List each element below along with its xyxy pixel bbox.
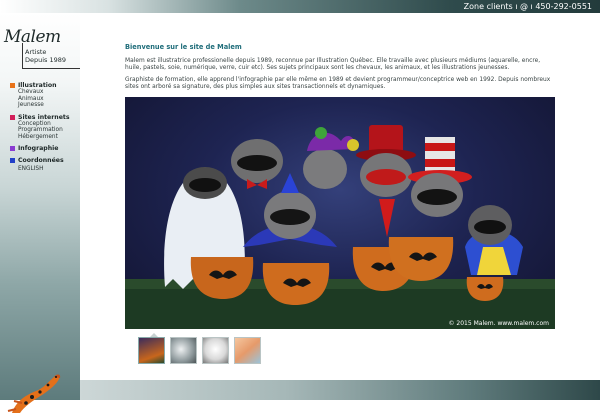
- top-bar: Zone clients ı @ ı 450-292-0551: [0, 0, 600, 13]
- raccoons-halloween-illustration: [125, 125, 555, 329]
- intro-paragraph: Malem est illustratrice professionelle d…: [125, 58, 541, 72]
- background-paragraph: Graphiste de formation, elle apprend l'i…: [125, 77, 551, 91]
- welcome-heading: Bienvenue sur le site de Malem: [125, 43, 242, 51]
- nav-language-english[interactable]: ENGLISH: [10, 166, 80, 172]
- artwork-copyright: © 2015 Malem. www.malem.com: [448, 320, 549, 327]
- horse-gray-thumbnail[interactable]: [170, 337, 197, 364]
- raccoons-thumbnail[interactable]: [138, 333, 165, 364]
- nav-section-sites: Sites internets Conception Programmation…: [10, 114, 80, 141]
- nav-item-jeunesse[interactable]: Jeunesse: [10, 102, 80, 109]
- main-content: Bienvenue sur le site de Malem Malem est…: [80, 13, 600, 380]
- nav-section-infographie: Infographie: [10, 145, 80, 152]
- nav-section-coordonnees: Coordonnées ENGLISH: [10, 157, 80, 172]
- nav-item-hebergement[interactable]: Hébergement: [10, 134, 80, 141]
- nav-title-sites-internets[interactable]: Sites internets: [10, 114, 80, 121]
- nav-section-illustration: Illustration Chevaux Animaux Jeunesse: [10, 82, 80, 109]
- nav-title-coordonnees[interactable]: Coordonnées: [10, 157, 80, 164]
- malem-logo[interactable]: Malem Artiste Depuis 1989: [4, 27, 82, 73]
- sidebar-nav: Illustration Chevaux Animaux Jeunesse Si…: [10, 82, 80, 177]
- selected-caret-icon: [150, 333, 158, 337]
- featured-artwork: © 2015 Malem. www.malem.com: [125, 97, 555, 329]
- client-zone-contact[interactable]: Zone clients ı @ ı 450-292-0551: [464, 0, 592, 13]
- gecko-illustration-icon: [7, 374, 61, 413]
- logo-line-depuis: Depuis 1989: [25, 56, 67, 64]
- logo-line-artiste: Artiste: [25, 48, 47, 56]
- nav-title-illustration[interactable]: Illustration: [10, 82, 80, 89]
- logo-script: Malem: [4, 27, 61, 47]
- bottom-bar: [80, 380, 600, 400]
- horse-sketch-thumbnail[interactable]: [202, 337, 229, 364]
- sidebar: Malem Artiste Depuis 1989 Illustration C…: [0, 13, 82, 413]
- kids-thumbnail[interactable]: [234, 337, 261, 364]
- logo-horizontal-line: [22, 68, 82, 69]
- nav-title-infographie[interactable]: Infographie: [10, 145, 80, 152]
- logo-vertical-line: [22, 43, 23, 69]
